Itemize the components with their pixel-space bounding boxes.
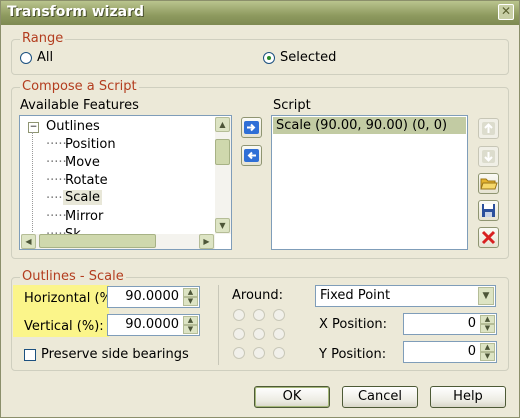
scroll-right-icon[interactable]: ▶ <box>199 234 214 249</box>
window-title: Transform wizard <box>7 4 144 20</box>
anchor-dot[interactable] <box>253 328 265 340</box>
script-list[interactable]: Scale (90.00, 90.00) (0, 0) <box>271 115 468 250</box>
range-legend: Range <box>20 31 66 46</box>
scroll-down-icon[interactable]: ▼ <box>215 218 230 233</box>
separator <box>218 285 219 365</box>
horizontal-label: Horizontal (% <box>24 291 112 306</box>
spin-down-icon[interactable]: ▼ <box>480 324 495 333</box>
around-dropdown[interactable]: Fixed Point ▼ <box>315 285 496 307</box>
move-up-button[interactable] <box>478 118 499 139</box>
tree-vscrollbar[interactable]: ▲ ▼ <box>215 117 231 234</box>
folder-open-icon <box>480 178 498 190</box>
around-label: Around: <box>232 288 284 303</box>
spin-up-icon[interactable]: ▲ <box>183 288 198 297</box>
around-dropdown-value: Fixed Point <box>320 288 391 303</box>
close-icon[interactable]: ✕ <box>498 4 514 20</box>
red-x-icon <box>481 230 496 245</box>
arrow-right-icon <box>244 121 259 134</box>
anchor-dot[interactable] <box>253 309 265 321</box>
scroll-thumb[interactable] <box>215 139 230 165</box>
range-group: Range <box>11 31 509 75</box>
arrow-down-icon <box>482 150 495 163</box>
anchor-dot[interactable] <box>253 347 265 359</box>
arrow-up-icon <box>482 122 495 135</box>
add-to-script-button[interactable] <box>241 117 262 138</box>
script-label: Script <box>273 98 311 113</box>
x-position-value: 0 <box>467 316 476 331</box>
spin-up-icon[interactable]: ▲ <box>183 316 198 325</box>
anchor-dot[interactable] <box>273 328 285 340</box>
anchor-dot[interactable] <box>233 328 245 340</box>
script-item-text: Scale (90.00, 90.00) (0, 0) <box>276 118 448 133</box>
save-script-button[interactable] <box>478 200 499 221</box>
floppy-disk-icon <box>482 204 495 217</box>
script-item-selected[interactable]: Scale (90.00, 90.00) (0, 0) <box>273 117 466 134</box>
radio-selected[interactable] <box>263 52 275 64</box>
x-position-label: X Position: <box>319 317 388 332</box>
tree-guide <box>32 132 34 232</box>
spin-up-icon[interactable]: ▲ <box>480 315 495 324</box>
tree-item-scale[interactable]: Scale <box>63 190 102 205</box>
move-down-button[interactable] <box>478 146 499 167</box>
params-legend: Outlines - Scale <box>20 269 126 284</box>
anchor-dot[interactable] <box>233 309 245 321</box>
radio-all-label[interactable]: All <box>37 50 53 65</box>
vertical-label: Vertical (%): <box>24 319 104 334</box>
scroll-left-icon[interactable]: ◀ <box>21 234 36 249</box>
spin-down-icon[interactable]: ▼ <box>183 297 198 306</box>
vertical-scale-input[interactable]: 90.0000 ▲ ▼ <box>107 314 200 336</box>
help-button[interactable]: Help <box>430 386 506 408</box>
cancel-button[interactable]: Cancel <box>342 386 418 408</box>
horizontal-scale-input[interactable]: 90.0000 ▲ ▼ <box>107 286 200 308</box>
y-position-label: Y Position: <box>319 347 387 362</box>
delete-script-button[interactable] <box>478 227 499 248</box>
preserve-bearings-label[interactable]: Preserve side bearings <box>41 347 189 362</box>
radio-all[interactable] <box>20 52 32 64</box>
arrow-left-icon <box>244 149 259 162</box>
spin-down-icon[interactable]: ▼ <box>480 352 495 361</box>
vertical-scale-value: 90.0000 <box>125 317 179 332</box>
chevron-down-icon[interactable]: ▼ <box>478 287 494 305</box>
title-bar[interactable]: Transform wizard ✕ <box>1 1 519 25</box>
anchor-dot[interactable] <box>273 309 285 321</box>
anchor-dot[interactable] <box>233 347 245 359</box>
tree-item-outlines[interactable]: Outlines <box>46 119 100 134</box>
tree-hscrollbar[interactable]: ◀ ▶ <box>21 234 215 249</box>
x-position-input[interactable]: 0 ▲ ▼ <box>403 313 497 335</box>
horizontal-scale-value: 90.0000 <box>125 289 179 304</box>
y-position-input[interactable]: 0 ▲ ▼ <box>403 341 497 363</box>
spin-up-icon[interactable]: ▲ <box>480 343 495 352</box>
hscroll-thumb[interactable] <box>39 234 156 248</box>
tree-item-mirror[interactable]: Mirror <box>65 209 103 224</box>
tree-item-rotate[interactable]: Rotate <box>65 173 108 188</box>
transform-wizard-window: Transform wizard ✕ Range All Selected Co… <box>0 0 520 418</box>
features-tree[interactable]: − Outlines ····· Position ····· Move ···… <box>19 115 232 250</box>
open-script-button[interactable] <box>478 173 499 194</box>
compose-legend: Compose a Script <box>20 79 139 94</box>
tree-item-position[interactable]: Position <box>65 137 116 152</box>
y-position-value: 0 <box>467 344 476 359</box>
tree-item-move[interactable]: Move <box>65 155 100 170</box>
available-features-label: Available Features <box>20 98 139 113</box>
spin-down-icon[interactable]: ▼ <box>183 325 198 334</box>
scroll-up-icon[interactable]: ▲ <box>215 117 230 132</box>
anchor-dot[interactable] <box>273 347 285 359</box>
ok-button[interactable]: OK <box>254 386 330 408</box>
radio-selected-label[interactable]: Selected <box>280 50 336 65</box>
remove-from-script-button[interactable] <box>241 145 262 166</box>
preserve-bearings-checkbox[interactable] <box>24 349 36 361</box>
